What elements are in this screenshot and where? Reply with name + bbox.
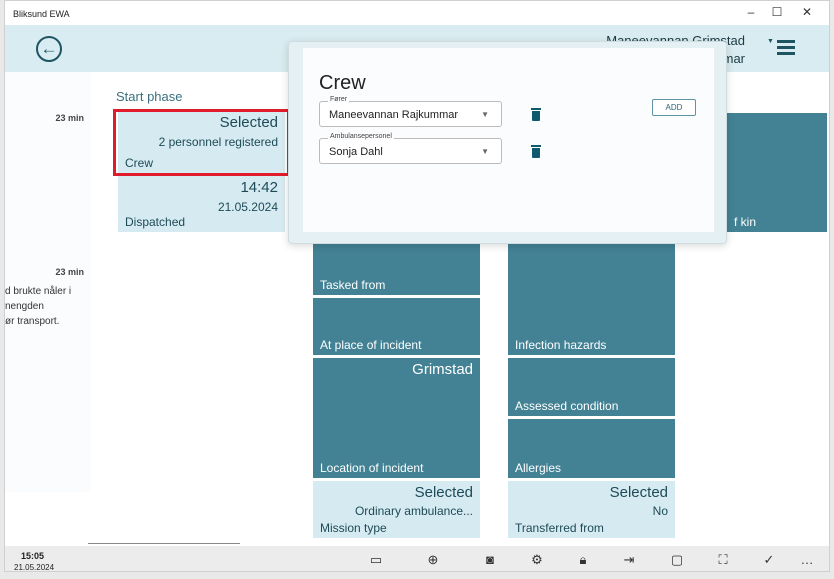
bottom-bar: 15:05 21.05.2024 ▭ ⊕ ◙ ⚙ 🔒︎ ⇥ ▢ ⛶ ✓ … [5,546,829,572]
ambulansepersonel-select[interactable]: Ambulansepersonel Sonja Dahl ▼ [319,133,502,164]
field-label: Fører [328,96,350,103]
lock-icon[interactable]: 🔒︎ [574,552,592,568]
add-button[interactable]: ADD [652,99,696,116]
globe-icon[interactable]: ⊕ [424,552,442,568]
gear-icon[interactable]: ⚙ [528,552,546,568]
clock-date: 21.05.2024 [14,563,55,572]
tile-value: Selected [609,484,668,501]
crew-dialog: Crew Fører Maneevannan Rajkummar ▼ Ambul… [288,41,727,244]
tile-label: Transferred from [515,521,604,535]
transfer-icon[interactable]: ⇥ [620,552,638,568]
note-text: d brukte nåler i [5,286,72,297]
location-tile[interactable]: Grimstad Location of incident [313,358,480,478]
mission-type-tile[interactable]: Selected Ordinary ambulance... Mission t… [313,481,480,538]
close-button[interactable]: ✕ [797,5,817,19]
tile-sub: No [652,504,668,518]
window-title: Bliksund EWA [13,9,70,19]
field-label: Ambulansepersonel [328,133,394,140]
tile-label: At place of incident [320,338,422,352]
title-bar: Bliksund EWA – ☐ ✕ [5,1,829,25]
tile-label: Tasked from [320,278,386,292]
tile-label: Location of incident [320,461,424,475]
tile-label: Assessed condition [515,399,619,413]
video-icon[interactable]: ▭ [367,552,385,568]
forer-select[interactable]: Fører Maneevannan Rajkummar ▼ [319,96,502,127]
dialog-panel: Crew Fører Maneevannan Rajkummar ▼ Ambul… [303,48,714,232]
assessed-tile[interactable]: Assessed condition [508,358,675,416]
tile-label: Allergies [515,461,562,475]
tile-label: Infection hazards [515,338,607,352]
timeline-pane: 23 min 23 min d brukte nåler i nengden ø… [5,72,91,492]
app-window: Bliksund EWA – ☐ ✕ ← Maneevannan Grimsta… [4,0,830,572]
dispatched-tile[interactable]: 14:42 21.05.2024 Dispatched [118,176,285,232]
scan-icon[interactable]: ⛶ [714,552,732,568]
chat-icon[interactable]: ▢ [668,552,686,568]
contact-icon[interactable]: ◙ [481,552,499,567]
check-icon[interactable]: ✓ [760,552,778,568]
phase-label: Start phase [116,89,183,104]
allergies-tile[interactable]: Allergies [508,419,675,478]
more-icon[interactable]: … [798,552,816,567]
hamburger-menu-icon[interactable]: ▼ [767,38,795,58]
field-value: Maneevannan Rajkummar [329,109,459,121]
trash-icon[interactable] [531,108,541,121]
tile-sub: 21.05.2024 [217,200,278,214]
tile-sub: Ordinary ambulance... [354,504,473,518]
scroll-indicator[interactable] [88,543,240,544]
dropdown-caret-icon: ▼ [481,147,489,156]
tile-label: Dispatched [125,215,186,229]
tile-value: Grimstad [412,361,473,378]
maximize-button[interactable]: ☐ [767,5,787,19]
note-text: nengden [5,301,44,312]
tile-value: Selected [414,484,473,501]
tile-value: 14:42 [240,179,278,196]
clock-time: 15:05 [21,551,45,561]
field-value: Sonja Dahl [329,146,383,158]
selection-highlight [113,109,290,176]
dropdown-caret-icon: ▼ [481,110,489,119]
minimize-button[interactable]: – [741,5,761,19]
elapsed-time: 23 min [55,267,84,277]
elapsed-time: 23 min [55,113,84,123]
transferred-tile[interactable]: Selected No Transferred from [508,481,675,538]
at-place-tile[interactable]: At place of incident [313,298,480,355]
back-arrow-icon[interactable]: ← [36,36,62,62]
dialog-title: Crew [319,72,366,94]
note-text: ør transport. [5,316,60,327]
tile-label: Mission type [320,521,387,535]
trash-icon[interactable] [531,145,541,158]
tile-label: f kin [734,215,757,229]
